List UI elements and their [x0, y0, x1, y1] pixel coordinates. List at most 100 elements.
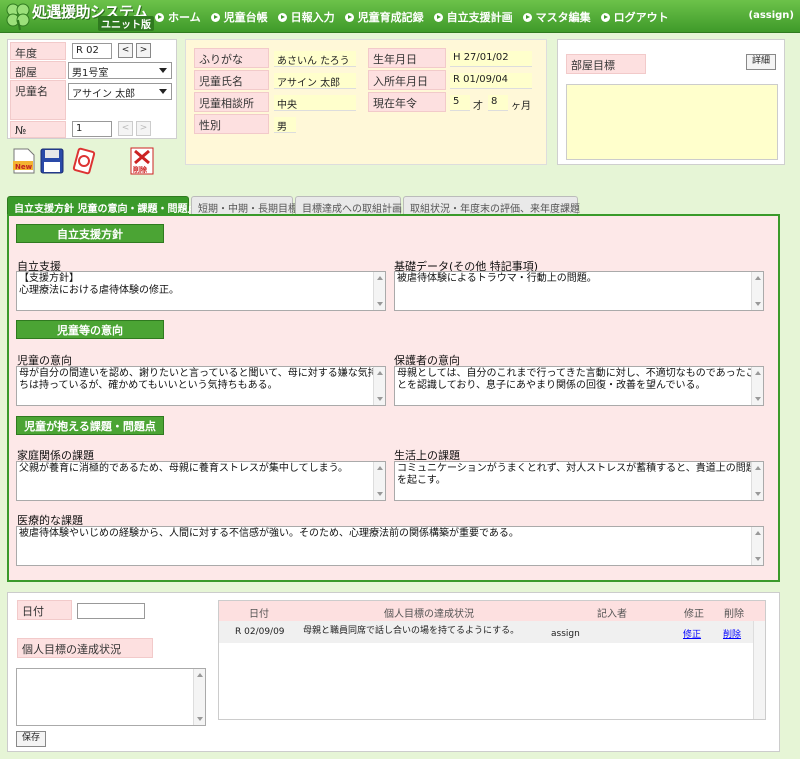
arrow-bullet-icon: [210, 12, 220, 22]
life-issue-textarea[interactable]: コミュニケーションがうまくとれず、対人ストレスが蓄積すると、貴道上の問題を起こす…: [394, 461, 764, 501]
nav-daily-report[interactable]: 日報入力: [277, 9, 335, 25]
new-document-icon: New: [13, 148, 35, 174]
arrow-bullet-icon: [344, 12, 354, 22]
child-intent-textarea[interactable]: 母が自分の間違いを認め、謝りたいと言っていると聞いて、母に対する嫌な気持ちは持っ…: [16, 366, 386, 406]
tab-policy[interactable]: 自立支援方針 児童の意向・課題・問題点: [7, 196, 197, 215]
guardian-intent-textarea[interactable]: 母親としては、自分のこれまで行ってきた言動に対し、不適切なものであったことを認識…: [394, 366, 764, 406]
user-label: (assign): [748, 10, 795, 21]
medical-issue-textarea[interactable]: 被虐待体験やいじめの経験から、人間に対する不信感が強い。そのため、心理療法前の関…: [16, 526, 764, 566]
child-select[interactable]: アサイン 太郎: [68, 83, 172, 100]
age-months-field[interactable]: 8: [488, 95, 508, 111]
number-prev-button[interactable]: <: [118, 121, 133, 136]
column-header-delete: 削除: [724, 609, 744, 620]
column-header-edit: 修正: [684, 609, 704, 620]
furigana-field[interactable]: あさいん たろう: [274, 51, 356, 67]
age-years-unit: 才: [473, 101, 483, 112]
age-years-field[interactable]: 5: [450, 95, 470, 111]
column-header-status: 個人目標の達成状況: [384, 609, 474, 620]
family-issue-textarea[interactable]: 父親が養育に消極的であるため、母親に養育ストレスが集中してしまう。: [16, 461, 386, 501]
print-record-button[interactable]: [72, 147, 96, 175]
scrollbar[interactable]: [751, 527, 763, 565]
tab-action-plan[interactable]: 目標達成への取組計画: [295, 196, 402, 215]
arrow-bullet-icon: [522, 12, 532, 22]
entry-label: 入所年月日: [368, 70, 446, 90]
save-record-button[interactable]: [40, 147, 64, 175]
entry-field[interactable]: R 01/09/04: [450, 73, 532, 89]
delete-record-button[interactable]: 削除: [130, 147, 154, 175]
arrow-bullet-icon: [433, 12, 443, 22]
row-date: R 02/09/09: [235, 627, 285, 637]
main-nav: ホーム 児童台帳 日報入力 児童育成記録 自立支援計画 マスタ編集 ログアウト: [155, 9, 679, 25]
room-goal-textarea[interactable]: [566, 84, 778, 160]
intent-section-header: 児童等の意向: [16, 320, 164, 339]
new-record-button[interactable]: New: [12, 147, 36, 175]
row-delete-link[interactable]: 削除: [723, 627, 741, 640]
room-label: 部屋: [10, 61, 66, 79]
scrollbar[interactable]: [373, 367, 385, 405]
status-textarea[interactable]: [16, 668, 206, 726]
room-goal-detail-button[interactable]: 詳細: [746, 54, 776, 70]
basic-data-textarea[interactable]: 被虐待体験によるトラウマ・行動上の問題。: [394, 271, 764, 311]
number-field[interactable]: 1: [72, 121, 112, 137]
scrollbar[interactable]: [193, 669, 205, 725]
sex-label: 性別: [194, 114, 269, 134]
nav-master-edit[interactable]: マスタ編集: [522, 9, 591, 25]
name-field[interactable]: アサイン 太郎: [274, 73, 356, 89]
name-label: 児童氏名: [194, 70, 269, 90]
tab-evaluation[interactable]: 取組状況・年度末の評価、来年度課題: [403, 196, 580, 215]
year-label: 年度: [10, 42, 66, 60]
clover-logo-icon: [6, 3, 30, 31]
furigana-label: ふりがな: [194, 48, 269, 68]
year-next-button[interactable]: >: [136, 43, 151, 58]
floppy-disk-icon: [40, 148, 64, 174]
room-select[interactable]: 男1号室: [68, 62, 172, 79]
column-header-author: 記入者: [597, 609, 627, 620]
birth-field[interactable]: H 27/01/02: [450, 51, 532, 67]
center-label: 児童相談所: [194, 92, 269, 112]
independence-textarea[interactable]: 【支援方針】 心理療法における虐待体験の修正。: [16, 271, 386, 311]
center-field[interactable]: 中央: [274, 95, 356, 111]
year-prev-button[interactable]: <: [118, 43, 133, 58]
room-goal-panel: 部屋目標 詳細: [557, 39, 785, 165]
nav-home[interactable]: ホーム: [155, 9, 201, 25]
status-label: 個人目標の達成状況: [17, 638, 153, 658]
scrollbar[interactable]: [751, 272, 763, 310]
table-header-row: 日付 個人目標の達成状況 記入者 修正 削除: [219, 601, 765, 621]
scrollbar[interactable]: [751, 367, 763, 405]
top-bar: 処遇援助システム ユニット版 ホーム 児童台帳 日報入力 児童育成記録 自立支援…: [0, 0, 800, 33]
number-next-button[interactable]: >: [136, 121, 151, 136]
table-scrollbar[interactable]: [753, 621, 765, 719]
app-subtitle: ユニット版: [98, 16, 154, 31]
age-label: 現在年令: [368, 92, 446, 112]
nav-logout[interactable]: ログアウト: [600, 9, 669, 25]
row-edit-link[interactable]: 修正: [683, 627, 701, 640]
svg-text:New: New: [15, 163, 33, 171]
age-months-unit: ヶ月: [511, 101, 531, 112]
sex-field[interactable]: 男: [274, 117, 296, 133]
nav-support-plan[interactable]: 自立支援計画: [433, 9, 513, 25]
delete-icon: 削除: [130, 147, 154, 175]
row-status: 母親と職員同席で話し合いの場を持てるようにする。: [303, 626, 520, 636]
year-field[interactable]: R 02: [72, 43, 112, 59]
scrollbar[interactable]: [373, 462, 385, 500]
number-label: №: [10, 121, 66, 138]
child-name-label: 児童名: [10, 80, 66, 120]
stamp-icon: [72, 147, 96, 175]
arrow-bullet-icon: [277, 12, 287, 22]
nav-growth-record[interactable]: 児童育成記録: [344, 9, 424, 25]
birth-label: 生年月日: [368, 48, 446, 68]
scrollbar[interactable]: [373, 272, 385, 310]
save-button[interactable]: 保存: [16, 731, 46, 747]
arrow-bullet-icon: [155, 12, 164, 22]
issues-section-header: 児童が抱える課題・問題点: [16, 416, 164, 435]
arrow-bullet-icon: [600, 12, 610, 22]
selection-panel: 年度 R 02 < > 部屋 男1号室 児童名 アサイン 太郎 № 1 < >: [7, 39, 177, 139]
profile-panel: ふりがな あさいん たろう 児童氏名 アサイン 太郎 児童相談所 中央 性別 男…: [185, 39, 547, 165]
history-table: 日付 個人目標の達成状況 記入者 修正 削除 R 02/09/09 母親と職員同…: [218, 600, 766, 720]
nav-child-ledger[interactable]: 児童台帳: [210, 9, 268, 25]
date-label: 日付: [17, 600, 72, 620]
scrollbar[interactable]: [751, 462, 763, 500]
tab-goals[interactable]: 短期・中期・長期目標: [191, 196, 298, 215]
date-field[interactable]: [77, 603, 145, 619]
room-goal-label: 部屋目標: [566, 54, 646, 74]
